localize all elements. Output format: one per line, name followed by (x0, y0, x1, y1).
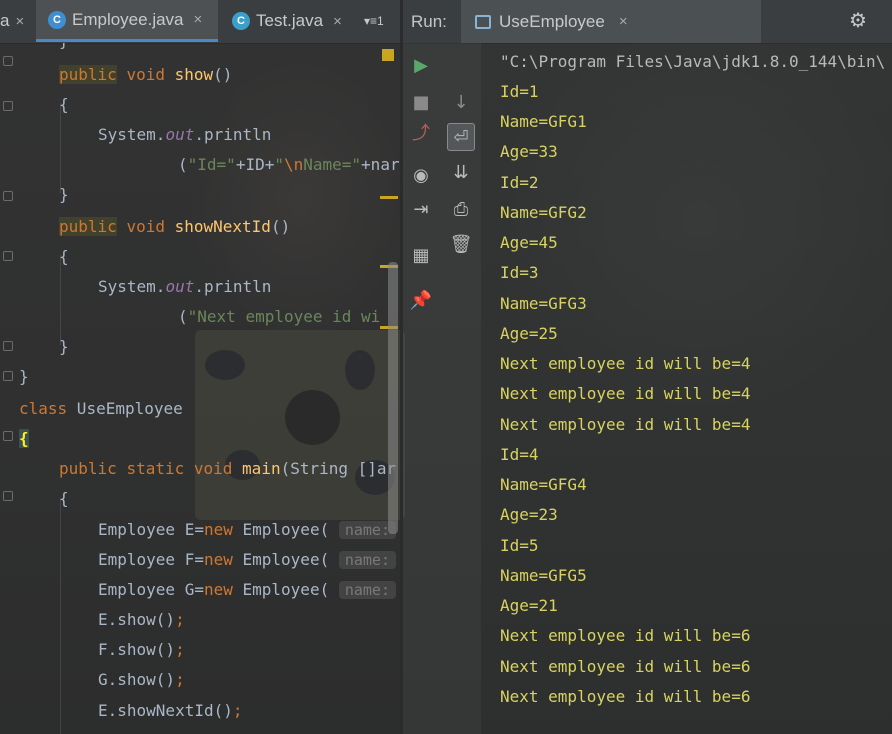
run-toolbar: ▶ ■ ↓ ⤴ ⏎ ◉ ⇊ ⇥ ⎙ 🗑 ▦ 📌 (403, 43, 481, 734)
fold-icon[interactable] (3, 431, 13, 441)
pin-icon[interactable]: 📌 (407, 286, 435, 314)
run-tab-useemployee[interactable]: UseEmployee × (461, 0, 761, 43)
exit-icon[interactable]: ⇥ (407, 195, 435, 223)
console-line: Next employee id will be=4 (500, 354, 751, 373)
console-line: Age=21 (500, 596, 558, 615)
code-line: { (19, 424, 29, 454)
code-line: } (19, 367, 29, 386)
code-line: { (59, 489, 69, 508)
run-label: Run: (411, 12, 447, 31)
trash-icon[interactable]: 🗑 (447, 230, 475, 258)
close-icon[interactable]: × (15, 13, 24, 30)
close-icon[interactable]: × (333, 13, 342, 30)
console-line: Age=45 (500, 233, 558, 252)
code-line: } (59, 337, 69, 356)
code-line: } (59, 185, 69, 204)
console-line: Name=GFG2 (500, 203, 587, 222)
console-line: Next employee id will be=6 (500, 687, 751, 706)
tab-employee-java[interactable]: C Employee.java × (36, 0, 218, 42)
tab-overflow-icon: ▾≡1 (364, 14, 384, 28)
editor-tab-bar: a × C Employee.java × C Test.java × ▾≡1 (0, 0, 400, 44)
console-line: Age=23 (500, 505, 558, 524)
print-icon[interactable]: ⎙ (447, 195, 475, 223)
tab-employee-label: Employee.java (72, 9, 184, 29)
code-line: Employee F=new Employee( name: (98, 545, 396, 575)
scroll-to-end-icon[interactable]: ⇊ (447, 158, 475, 186)
code-editor[interactable]: } public void show() { System.out.printl… (0, 43, 400, 734)
soft-wrap-icon[interactable]: ⏎ (447, 123, 475, 151)
rerun-icon[interactable]: ⤴ (407, 118, 435, 146)
fold-icon[interactable] (3, 191, 13, 201)
console-line: Age=33 (500, 142, 558, 161)
code-line: { (59, 95, 69, 114)
code-line: System.out.println (98, 277, 272, 296)
camera-icon[interactable]: ◉ (407, 161, 435, 189)
code-line: Employee G=new Employee( name: (98, 575, 396, 605)
parameter-hint: name: (338, 581, 396, 599)
code-line: E.show(); (98, 610, 185, 629)
run-panel-header: Run: UseEmployee × ⚙ (403, 0, 892, 44)
console-line: Name=GFG1 (500, 112, 587, 131)
java-class-icon: C (48, 10, 66, 29)
code-line: public void show() (59, 65, 233, 84)
fold-icon[interactable] (3, 251, 13, 261)
fold-icon[interactable] (3, 491, 13, 501)
run-icon[interactable]: ▶ (407, 51, 435, 79)
console-output[interactable]: "C:\Program Files\Java\jdk1.8.0_144\bin\… (481, 43, 892, 734)
console-line: Name=GFG3 (500, 294, 587, 313)
code-line: ("Next employee id wi (178, 307, 381, 326)
layout-icon[interactable]: ▦ (407, 241, 435, 269)
java-class-icon: C (232, 12, 250, 30)
error-stripe-mark[interactable] (380, 196, 398, 199)
editor-gutter (0, 43, 18, 734)
console-line: Name=GFG4 (500, 475, 587, 494)
console-line: Id=2 (500, 173, 539, 192)
code-line: class UseEmployee (19, 399, 183, 418)
console-line: Id=4 (500, 445, 539, 464)
tab-test-label: Test.java (256, 11, 324, 30)
code-line: G.show(); (98, 670, 185, 689)
code-line: public void showNextId() (59, 217, 291, 236)
fold-icon[interactable] (3, 371, 13, 381)
console-line: Next employee id will be=4 (500, 384, 751, 403)
stop-icon[interactable]: ■ (407, 88, 435, 116)
tab-partial[interactable]: a × (0, 0, 35, 42)
console-line: Age=25 (500, 324, 558, 343)
console-line: Id=3 (500, 263, 539, 282)
down-arrow-icon[interactable]: ↓ (447, 88, 475, 116)
console-line: Id=1 (500, 82, 539, 101)
tab-test-java[interactable]: C Test.java × (220, 0, 370, 42)
close-icon[interactable]: × (619, 13, 628, 30)
parameter-hint: name: (338, 551, 396, 569)
code-line: ("Id="+ID+"\nName="+nar (178, 155, 400, 174)
fold-icon[interactable] (3, 101, 13, 111)
run-tab-label: UseEmployee (499, 11, 605, 31)
close-icon[interactable]: × (194, 11, 203, 28)
console-line: Next employee id will be=4 (500, 415, 751, 434)
code-line: F.show(); (98, 640, 185, 659)
editor-scrollbar-thumb[interactable] (388, 262, 398, 534)
code-line: } (59, 43, 69, 56)
code-line: { (59, 247, 69, 266)
code-line: E.showNextId(); (98, 701, 243, 720)
tab-partial-label: a (0, 11, 10, 30)
tab-overflow-menu[interactable]: ▾≡1 (360, 0, 404, 42)
matched-brace: { (19, 429, 29, 448)
code-line: Employee E=new Employee( name: (98, 515, 396, 545)
fold-icon[interactable] (3, 341, 13, 351)
console-line: Next employee id will be=6 (500, 657, 751, 676)
gear-icon[interactable]: ⚙ (847, 10, 869, 32)
console-line: Name=GFG5 (500, 566, 587, 585)
warning-marker[interactable] (382, 49, 394, 61)
console-icon (475, 14, 491, 29)
console-line: "C:\Program Files\Java\jdk1.8.0_144\bin\ (500, 52, 886, 71)
code-line: public static void main(String []ar (59, 459, 397, 478)
console-line: Id=5 (500, 536, 539, 555)
fold-icon[interactable] (3, 56, 13, 66)
indent-guide (60, 498, 61, 734)
console-line: Next employee id will be=6 (500, 626, 751, 645)
code-line: System.out.println (98, 125, 272, 144)
